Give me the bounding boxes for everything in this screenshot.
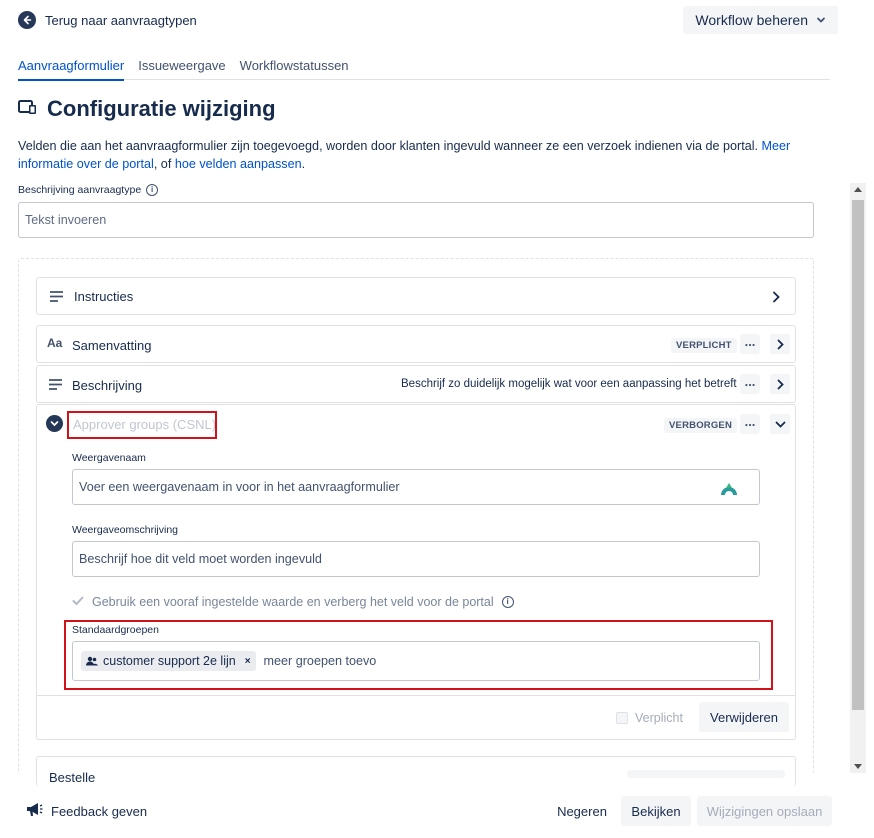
highlight-box-label [67, 411, 217, 439]
preset-value-label: Gebruik een vooraf ingestelde waarde en … [92, 595, 494, 609]
partial-badge [627, 770, 785, 778]
text-lines-icon [49, 379, 62, 390]
more-dots-icon: ... [744, 414, 756, 429]
tab-issueweergave[interactable]: Issueweergave [138, 58, 225, 80]
feedback-label: Feedback geven [51, 803, 148, 819]
customize-fields-link[interactable]: hoe velden aanpassen [175, 157, 302, 171]
save-changes-label: Wijzigingen opslaan [706, 803, 823, 819]
display-name-input[interactable]: Voer een weergavenaam in voor in het aan… [72, 469, 760, 505]
display-description-input[interactable]: Beschrijf hoe dit veld moet worden ingev… [72, 541, 760, 577]
chevron-right-icon [777, 379, 784, 389]
more-dots-icon: ... [744, 374, 756, 389]
tab-workflowstatussen[interactable]: Workflowstatussen [240, 58, 349, 80]
back-link[interactable]: Terug naar aanvraagtypen [18, 11, 197, 29]
page-title-text: Configuratie wijziging [47, 96, 276, 121]
display-name-placeholder: Voer een weergavenaam in voor in het aan… [79, 480, 400, 494]
request-type-icon [18, 96, 38, 122]
request-type-description-label-text: Beschrijving aanvraagtype [18, 184, 142, 196]
description-mid: , of [153, 157, 172, 171]
card-divider [36, 695, 796, 696]
scroll-up-arrow-icon[interactable] [854, 187, 862, 192]
request-type-description-label: Beschrijving aanvraagtype i [18, 184, 159, 196]
more-actions-button[interactable]: ... [740, 334, 760, 354]
chevron-down-icon [816, 12, 826, 28]
assistant-icon[interactable] [719, 480, 739, 499]
ignore-label: Negeren [557, 803, 607, 819]
field-label: Instructies [74, 289, 134, 304]
display-description-placeholder: Beschrijf hoe dit veld moet worden ingev… [79, 552, 322, 566]
arrow-left-icon [18, 11, 36, 29]
tab-bar: Aanvraagformulier Issueweergave Workflow… [18, 58, 830, 81]
field-label: Bestellen [49, 770, 95, 785]
top-bar: Terug naar aanvraagtypen Workflow behere… [18, 6, 838, 34]
megaphone-icon [26, 802, 43, 820]
field-hint: Beschrijf zo duidelijk mogelijk wat voor… [401, 378, 737, 390]
page-description: Velden die aan het aanvraagformulier zij… [18, 137, 808, 173]
required-label: Verplicht [635, 711, 683, 725]
remove-field-button[interactable]: Verwijderen [699, 702, 789, 732]
more-actions-button[interactable]: ... [740, 414, 760, 434]
required-checkbox-row[interactable]: Verplicht [616, 711, 683, 725]
description-text: Velden die aan het aanvraagformulier zij… [18, 139, 759, 153]
info-icon[interactable]: i [146, 184, 159, 196]
chevron-right-icon [777, 339, 784, 349]
required-badge: VERPLICHT [671, 338, 737, 353]
scroll-down-arrow-icon[interactable] [854, 764, 862, 769]
back-link-label: Terug naar aanvraagtypen [45, 12, 197, 28]
field-row-instructies[interactable]: Instructies [36, 277, 796, 315]
request-type-description-placeholder: Tekst invoeren [25, 213, 107, 227]
save-changes-button[interactable]: Wijzigingen opslaan [697, 796, 832, 826]
page-title: Configuratie wijziging [18, 96, 276, 122]
expand-button[interactable] [770, 334, 790, 354]
scrollbar[interactable] [850, 183, 866, 773]
feedback-button[interactable]: Feedback geven [26, 802, 147, 820]
text-lines-icon [50, 291, 63, 302]
hidden-badge: VERBORGEN [664, 418, 738, 433]
checkmark-icon[interactable] [72, 595, 84, 609]
description-end: . [301, 157, 306, 171]
ignore-button[interactable]: Negeren [550, 796, 614, 826]
display-name-label: Weergavenaam [72, 452, 146, 464]
more-actions-button[interactable]: ... [740, 374, 760, 394]
expand-button[interactable] [770, 374, 790, 394]
field-row-beschrijving[interactable]: Beschrijving Beschrijf zo duidelijk moge… [36, 365, 796, 403]
collapse-button[interactable] [770, 414, 790, 434]
field-label: Beschrijving [72, 378, 143, 393]
view-label: Bekijken [631, 803, 681, 819]
chevron-right-icon[interactable] [771, 290, 781, 308]
more-dots-icon: ... [744, 334, 756, 349]
highlight-box-default-groups [64, 620, 773, 690]
remove-field-label: Verwijderen [710, 709, 778, 725]
workflow-manage-label: Workflow beheren [695, 12, 808, 28]
field-row-samenvatting[interactable]: Aa Samenvatting VERPLICHT ... [36, 325, 796, 363]
required-checkbox[interactable] [616, 712, 628, 724]
view-button[interactable]: Bekijken [621, 796, 691, 826]
text-format-icon: Aa [47, 336, 63, 350]
scrollbar-thumb[interactable] [852, 200, 864, 710]
field-row-next-partial[interactable]: Bestellen [36, 756, 796, 786]
info-icon[interactable]: i [501, 596, 514, 608]
collapse-toggle-icon[interactable] [46, 415, 63, 432]
workflow-manage-button[interactable]: Workflow beheren [683, 6, 838, 34]
bottom-bar: Feedback geven Negeren Bekijken Wijzigin… [0, 790, 874, 838]
preset-value-checkbox-row[interactable]: Gebruik een vooraf ingestelde waarde en … [72, 595, 514, 609]
request-type-description-input[interactable]: Tekst invoeren [18, 202, 814, 238]
display-description-label: Weergaveomschrijving [72, 524, 179, 536]
chevron-down-icon [775, 421, 785, 428]
tab-aanvraagformulier[interactable]: Aanvraagformulier [18, 58, 125, 81]
field-label: Samenvatting [72, 338, 152, 353]
